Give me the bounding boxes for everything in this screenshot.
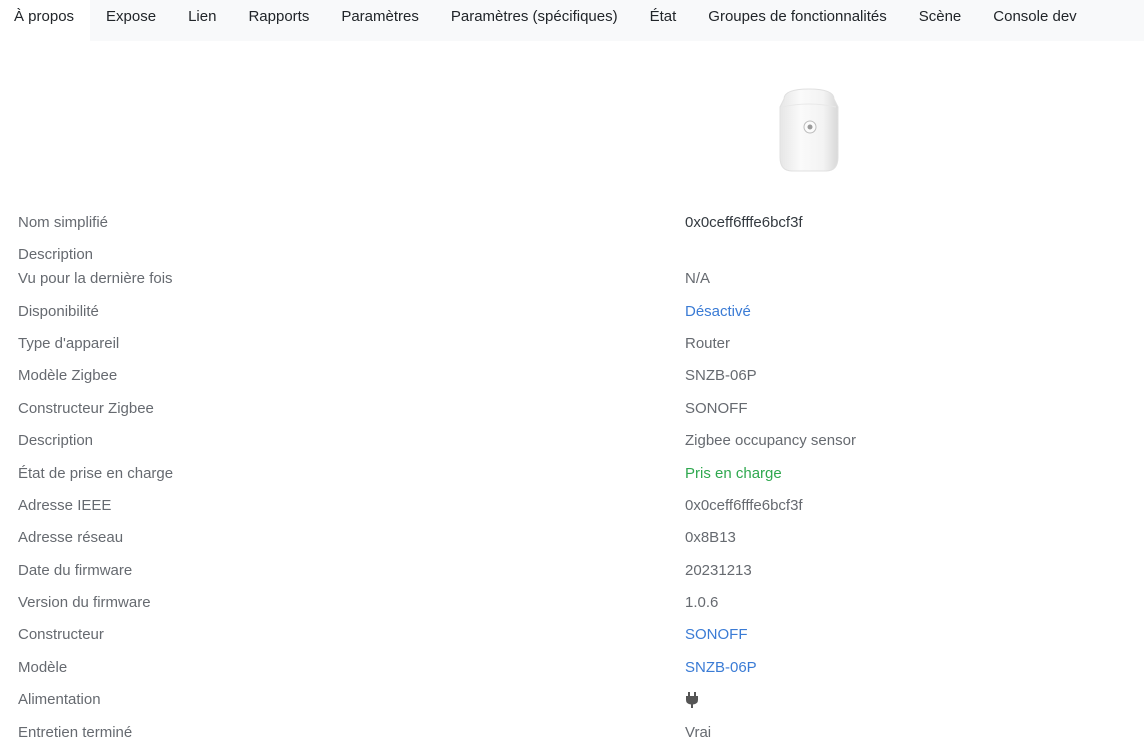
info-label: Modèle Zigbee bbox=[18, 367, 118, 384]
info-value[interactable]: 0x0ceff6fffe6bcf3f bbox=[685, 212, 803, 234]
info-row-network-address: Adresse réseau 0x8B13 bbox=[18, 527, 1138, 549]
info-label: Date du firmware bbox=[18, 562, 133, 579]
tab-feature-groups[interactable]: Groupes de fonctionnalités bbox=[692, 0, 902, 41]
info-row-zigbee-manufacturer: Constructeur Zigbee SONOFF bbox=[18, 398, 1138, 420]
info-value: 0x8B13 bbox=[685, 529, 736, 546]
info-row-friendly-name: Nom simplifié 0x0ceff6fffe6bcf3f bbox=[18, 212, 1138, 234]
tab-expose[interactable]: Expose bbox=[90, 0, 172, 41]
info-value: N/A bbox=[685, 270, 711, 287]
info-row-interview-completed: Entretien terminé Vrai bbox=[18, 722, 1138, 744]
info-value: 1.0.6 bbox=[685, 594, 719, 611]
info-label: Disponibilité bbox=[18, 303, 99, 320]
power-source-value bbox=[685, 689, 699, 715]
info-label: Adresse IEEE bbox=[18, 497, 112, 514]
info-value: Vrai bbox=[685, 724, 712, 741]
tab-state[interactable]: État bbox=[634, 0, 693, 41]
info-row-firmware-version: Version du firmware 1.0.6 bbox=[18, 592, 1138, 614]
info-label: Adresse réseau bbox=[18, 529, 124, 546]
availability-link[interactable]: Désactivé bbox=[685, 301, 751, 323]
info-row-model: Modèle SNZB-06P bbox=[18, 657, 1138, 679]
info-row-ieee-address: Adresse IEEE 0x0ceff6fffe6bcf3f bbox=[18, 495, 1138, 517]
info-label: Type d'appareil bbox=[18, 335, 120, 352]
info-label: Vu pour la dernière fois bbox=[18, 270, 173, 287]
info-row-zigbee-model: Modèle Zigbee SNZB-06P bbox=[18, 365, 1138, 387]
support-status-value: Pris en charge bbox=[685, 465, 782, 482]
info-value: 0x0ceff6fffe6bcf3f bbox=[685, 497, 803, 514]
tab-reports[interactable]: Rapports bbox=[232, 0, 325, 41]
info-label: Description bbox=[18, 246, 94, 263]
tab-bar: À propos Expose Lien Rapports Paramètres… bbox=[0, 0, 1144, 41]
tab-scene[interactable]: Scène bbox=[903, 0, 978, 41]
info-value: Zigbee occupancy sensor bbox=[685, 432, 856, 449]
device-image bbox=[778, 87, 840, 173]
occupancy-sensor-image bbox=[779, 88, 839, 172]
info-row-support-status: État de prise en charge Pris en charge bbox=[18, 463, 1138, 485]
info-label: Alimentation bbox=[18, 691, 101, 708]
info-label: Nom simplifié bbox=[18, 214, 109, 231]
tab-about[interactable]: À propos bbox=[0, 0, 91, 41]
tab-dev-console[interactable]: Console dev bbox=[977, 0, 1092, 41]
info-label: Constructeur Zigbee bbox=[18, 400, 154, 417]
info-row-power-source: Alimentation bbox=[18, 689, 1138, 711]
tab-settings-specific[interactable]: Paramètres (spécifiques) bbox=[435, 0, 634, 41]
info-row-description: Description bbox=[18, 244, 1138, 266]
info-row-device-type: Type d'appareil Router bbox=[18, 333, 1138, 355]
tab-settings[interactable]: Paramètres bbox=[325, 0, 435, 41]
info-row-last-seen: Vu pour la dernière fois N/A bbox=[18, 268, 1138, 290]
tab-link[interactable]: Lien bbox=[172, 0, 232, 41]
info-label: Constructeur bbox=[18, 626, 104, 643]
info-value: SONOFF bbox=[685, 400, 748, 417]
info-label: Description bbox=[18, 432, 94, 449]
model-link[interactable]: SNZB-06P bbox=[685, 657, 757, 679]
info-row-firmware-date: Date du firmware 20231213 bbox=[18, 560, 1138, 582]
info-value: SNZB-06P bbox=[685, 367, 757, 384]
manufacturer-link[interactable]: SONOFF bbox=[685, 624, 748, 646]
info-row-availability: Disponibilité Désactivé bbox=[18, 301, 1138, 323]
info-label: Modèle bbox=[18, 659, 68, 676]
info-label: État de prise en charge bbox=[18, 465, 174, 482]
info-value: 20231213 bbox=[685, 562, 752, 579]
info-row-model-description: Description Zigbee occupancy sensor bbox=[18, 430, 1138, 452]
info-label: Version du firmware bbox=[18, 594, 151, 611]
info-label: Entretien terminé bbox=[18, 724, 133, 741]
info-row-manufacturer: Constructeur SONOFF bbox=[18, 624, 1138, 646]
plug-icon bbox=[686, 692, 698, 708]
info-value: Router bbox=[685, 335, 731, 352]
